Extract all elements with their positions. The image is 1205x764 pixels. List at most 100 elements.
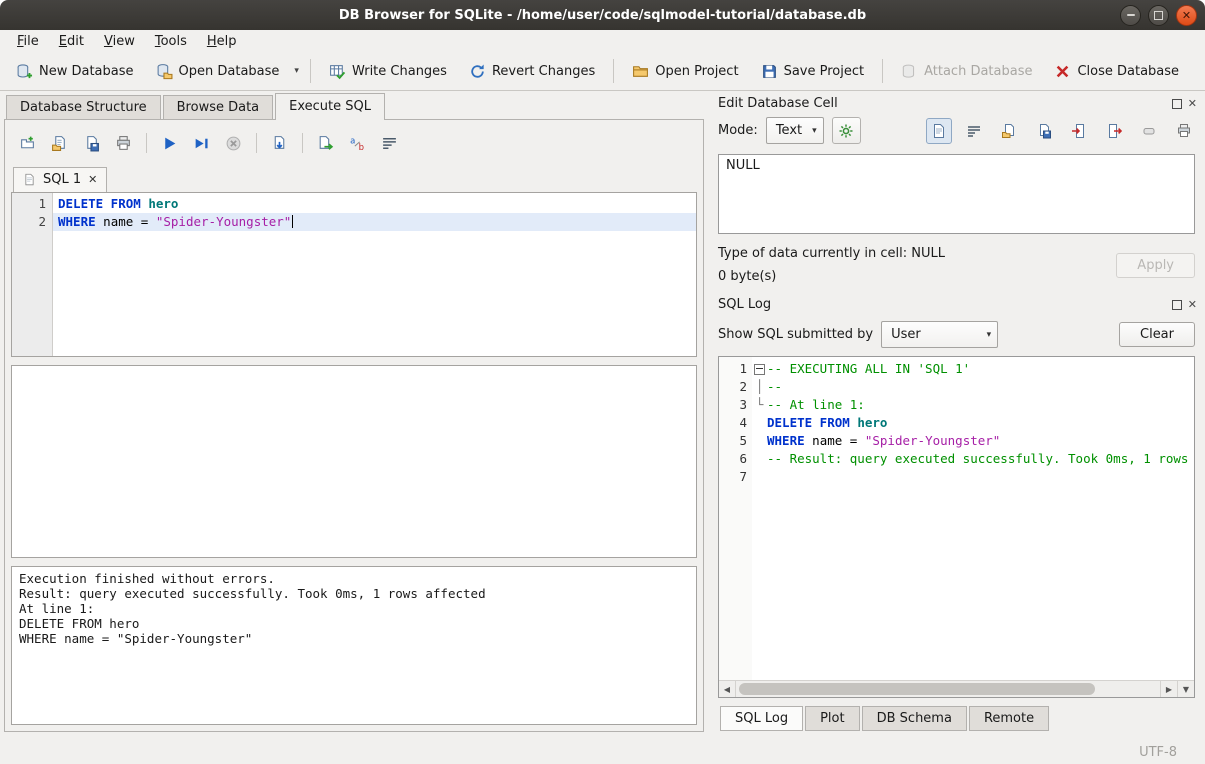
cell-word-wrap-button[interactable] [961,118,987,144]
tab-remote[interactable]: Remote [969,706,1049,731]
open-tab-button[interactable] [13,129,42,158]
save-results-button[interactable] [265,129,294,158]
print-cell-button[interactable] [1171,118,1197,144]
log-horizontal-scrollbar[interactable]: ◀ ▶ ▼ [719,680,1194,697]
text-cursor [292,215,293,228]
close-panel-icon[interactable]: ✕ [1188,98,1197,109]
menu-file[interactable]: File [8,32,48,51]
line-number: 7 [719,468,747,486]
set-null-button[interactable] [1136,118,1162,144]
main-toolbar: New Database Open Database ▾ Write Chang… [0,52,1205,91]
mode-combobox[interactable]: Text ▾ [766,117,824,144]
tab-execute-sql[interactable]: Execute SQL [275,93,385,120]
svg-text:b: b [359,142,364,151]
open-database-icon [156,63,173,80]
scroll-right-icon[interactable]: ▶ [1160,681,1177,697]
menu-tools[interactable]: Tools [146,32,196,51]
chevron-down-icon: ▾ [812,126,817,136]
cell-settings-button[interactable] [832,117,861,144]
new-tab-icon [19,135,36,152]
execute-all-button[interactable] [155,129,184,158]
maximize-icon [1154,11,1163,20]
scrollbar-track[interactable] [736,681,1160,697]
menu-view[interactable]: View [95,32,144,51]
sql-editor[interactable]: 12 DELETE FROM heroWHERE name = "Spider-… [11,192,697,357]
toolbar-separator [310,59,311,83]
log-line: -- EXECUTING ALL IN 'SQL 1' [767,360,1194,378]
panel-splitter[interactable] [704,91,712,740]
print-button[interactable] [109,129,138,158]
maximize-button[interactable] [1148,5,1169,26]
new-database-button[interactable]: New Database [6,57,144,86]
sql-1-tab[interactable]: SQL 1 ✕ [13,167,107,192]
sql-log-viewer[interactable]: 1234567 │└ -- EXECUTING ALL IN 'SQL 1'--… [718,356,1195,698]
minus-box-icon [754,364,765,375]
results-grid[interactable] [11,365,697,558]
import-cell-button[interactable] [996,118,1022,144]
scroll-left-icon[interactable]: ◀ [719,681,736,697]
cell-editor[interactable]: NULL [718,154,1195,234]
minimize-button[interactable] [1120,5,1141,26]
apply-button[interactable]: Apply [1116,253,1195,278]
word-wrap-button[interactable] [375,129,404,158]
text-mode-button[interactable] [926,118,952,144]
write-changes-icon [329,63,346,80]
float-panel-icon[interactable] [1172,300,1182,310]
close-button[interactable]: ✕ [1176,5,1197,26]
save-results-icon [271,135,288,152]
execute-line-button[interactable] [187,129,216,158]
scroll-down-icon[interactable]: ▼ [1177,681,1194,697]
sql-tab-label: SQL 1 [43,172,81,187]
open-database-button[interactable]: Open Database [146,57,290,86]
stop-button[interactable] [219,129,248,158]
tab-db-schema[interactable]: DB Schema [862,706,967,731]
copy-from-cell-button[interactable] [1101,118,1127,144]
log-gutter: 1234567 [719,357,752,680]
write-changes-button[interactable]: Write Changes [319,57,457,86]
sql-toolbar: ab [11,126,697,160]
close-database-button[interactable]: Close Database [1044,57,1189,86]
attach-database-label: Attach Database [924,64,1032,79]
open-project-label: Open Project [655,64,738,79]
arrow-into-doc-icon [1071,123,1087,139]
editor-line[interactable]: DELETE FROM hero [53,195,696,213]
fold-spacer [752,414,767,432]
export-cell-button[interactable] [1031,118,1057,144]
toolbar-separator [302,133,303,153]
line-number: 2 [12,213,46,231]
format-sql-button[interactable]: ab [343,129,372,158]
sql-log-title: SQL Log [718,297,1172,312]
tab-plot[interactable]: Plot [805,706,860,731]
float-panel-icon[interactable] [1172,99,1182,109]
save-sql-file-button[interactable] [77,129,106,158]
attach-database-icon [901,63,918,80]
editor-line[interactable]: WHERE name = "Spider-Youngster" [53,213,696,231]
menu-edit[interactable]: Edit [50,32,93,51]
minimize-icon [1127,14,1135,16]
close-panel-icon[interactable]: ✕ [1188,299,1197,310]
open-sql-file-button[interactable] [45,129,74,158]
log-line: WHERE name = "Spider-Youngster" [767,432,1194,450]
tab-database-structure[interactable]: Database Structure [6,95,161,119]
sql-editor-code: DELETE FROM heroWHERE name = "Spider-You… [53,193,696,356]
open-project-button[interactable]: Open Project [622,57,748,86]
revert-changes-button[interactable]: Revert Changes [459,57,605,86]
edit-cell-title: Edit Database Cell [718,96,1172,111]
execution-message: Execution finished without errors. Resul… [11,566,697,725]
tab-browse-data[interactable]: Browse Data [163,95,274,119]
log-line: -- [767,378,1194,396]
save-project-button[interactable]: Save Project [751,57,875,86]
close-tab-icon[interactable]: ✕ [88,173,97,186]
export-csv-button[interactable] [311,129,340,158]
clear-log-button[interactable]: Clear [1119,322,1195,347]
open-database-dropdown[interactable]: ▾ [291,61,302,81]
menu-help[interactable]: Help [198,32,246,51]
paste-into-cell-button[interactable] [1066,118,1092,144]
tab-sql-log[interactable]: SQL Log [720,706,803,731]
scrollbar-thumb[interactable] [739,683,1095,695]
submitted-by-combobox[interactable]: User ▾ [881,321,998,348]
close-database-icon [1054,63,1071,80]
attach-database-button[interactable]: Attach Database [891,57,1042,86]
fold-collapse-icon[interactable] [752,360,767,378]
title-bar: DB Browser for SQLite - /home/user/code/… [0,0,1205,30]
